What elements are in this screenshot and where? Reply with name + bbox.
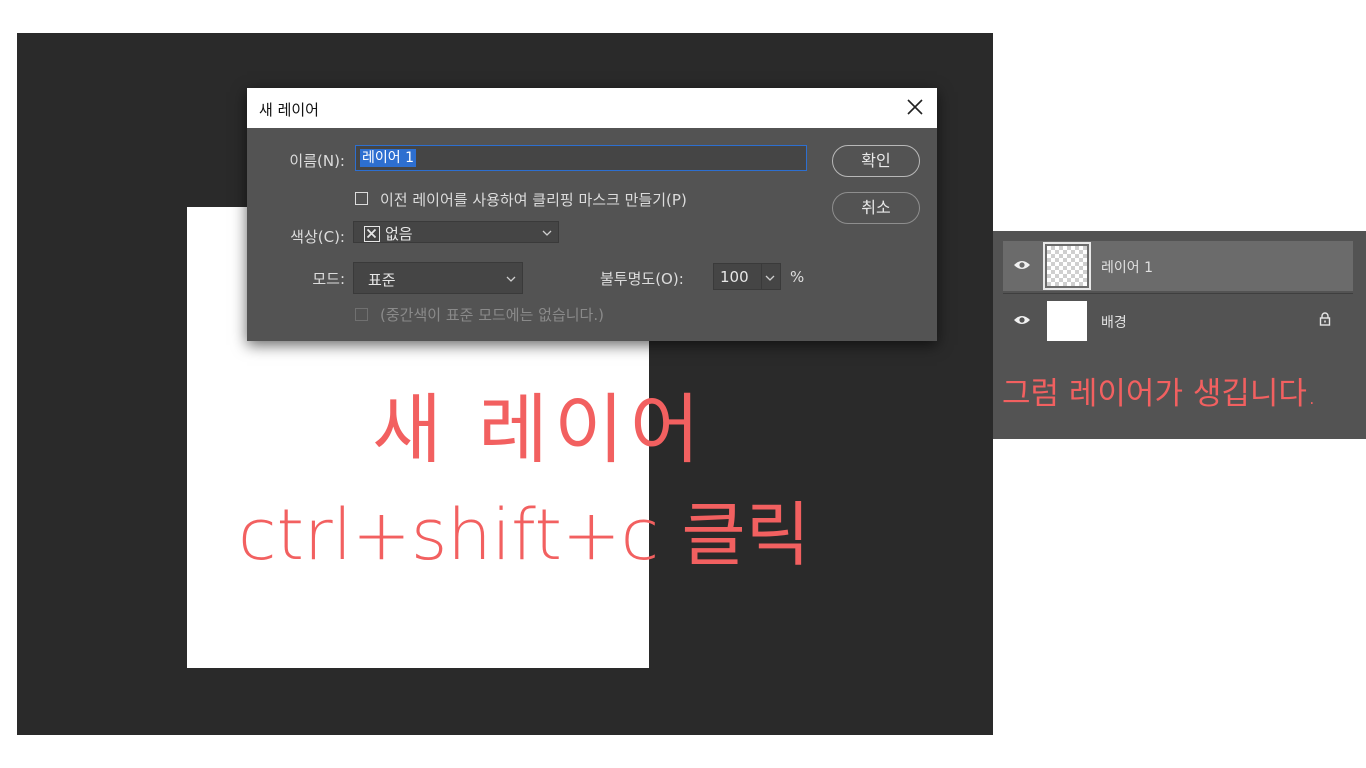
layer-name: 레이어 1 — [1101, 260, 1153, 276]
clipping-mask-label: 이전 레이어를 사용하여 클리핑 마스크 만들기(P) — [380, 191, 687, 209]
new-layer-dialog: 새 레이어 이름(N): 레이어 1 이전 레이어를 사용하여 클리핑 마스크 … — [247, 88, 937, 341]
blend-mode-select[interactable]: 표준 — [353, 262, 523, 294]
dialog-titlebar: 새 레이어 — [247, 88, 937, 128]
eye-icon[interactable] — [1013, 259, 1031, 271]
color-label: 색상(C): — [290, 228, 345, 246]
no-color-icon — [364, 226, 380, 242]
lock-icon — [1319, 312, 1331, 326]
chevron-down-icon[interactable] — [765, 274, 775, 282]
neutral-color-label: (중간색이 표준 모드에는 없습니다.) — [380, 306, 604, 324]
chevron-down-icon — [506, 276, 516, 282]
layer-thumbnail-transparent — [1043, 242, 1091, 290]
opacity-value: 100 — [720, 268, 749, 286]
chevron-down-icon — [542, 230, 552, 236]
mode-value: 표준 — [368, 271, 396, 289]
cancel-button[interactable]: 취소 — [832, 192, 920, 224]
clipping-mask-checkbox[interactable] — [355, 192, 368, 205]
annotation-new-layer: 새 레이어 — [372, 385, 706, 474]
layer-name-value: 레이어 1 — [360, 149, 416, 167]
layer-row[interactable]: 배경 — [1003, 296, 1353, 346]
close-icon[interactable] — [903, 95, 927, 119]
layer-row[interactable]: 레이어 1 — [1003, 241, 1353, 291]
layer-name: 배경 — [1101, 315, 1127, 331]
opacity-label: 불투명도(O): — [600, 270, 684, 288]
layer-thumbnail-white — [1047, 301, 1087, 341]
opacity-unit: % — [790, 268, 805, 286]
color-select[interactable]: 없음 — [353, 221, 559, 243]
opacity-input[interactable]: 100 — [713, 263, 781, 290]
layer-name-input[interactable]: 레이어 1 — [355, 145, 807, 171]
ok-button[interactable]: 확인 — [832, 145, 920, 177]
eye-icon[interactable] — [1013, 314, 1031, 326]
color-value: 없음 — [385, 225, 413, 243]
annotation-shortcut: ctrl+shift+c 클릭 — [238, 494, 811, 576]
dialog-title: 새 레이어 — [259, 101, 319, 119]
annotation-layer-created: 그럼 레이어가 생깁니다. — [1002, 376, 1317, 412]
layer-divider — [1003, 293, 1353, 294]
name-label: 이름(N): — [289, 152, 345, 170]
mode-label: 모드: — [312, 270, 345, 288]
neutral-color-checkbox[interactable] — [355, 308, 368, 321]
